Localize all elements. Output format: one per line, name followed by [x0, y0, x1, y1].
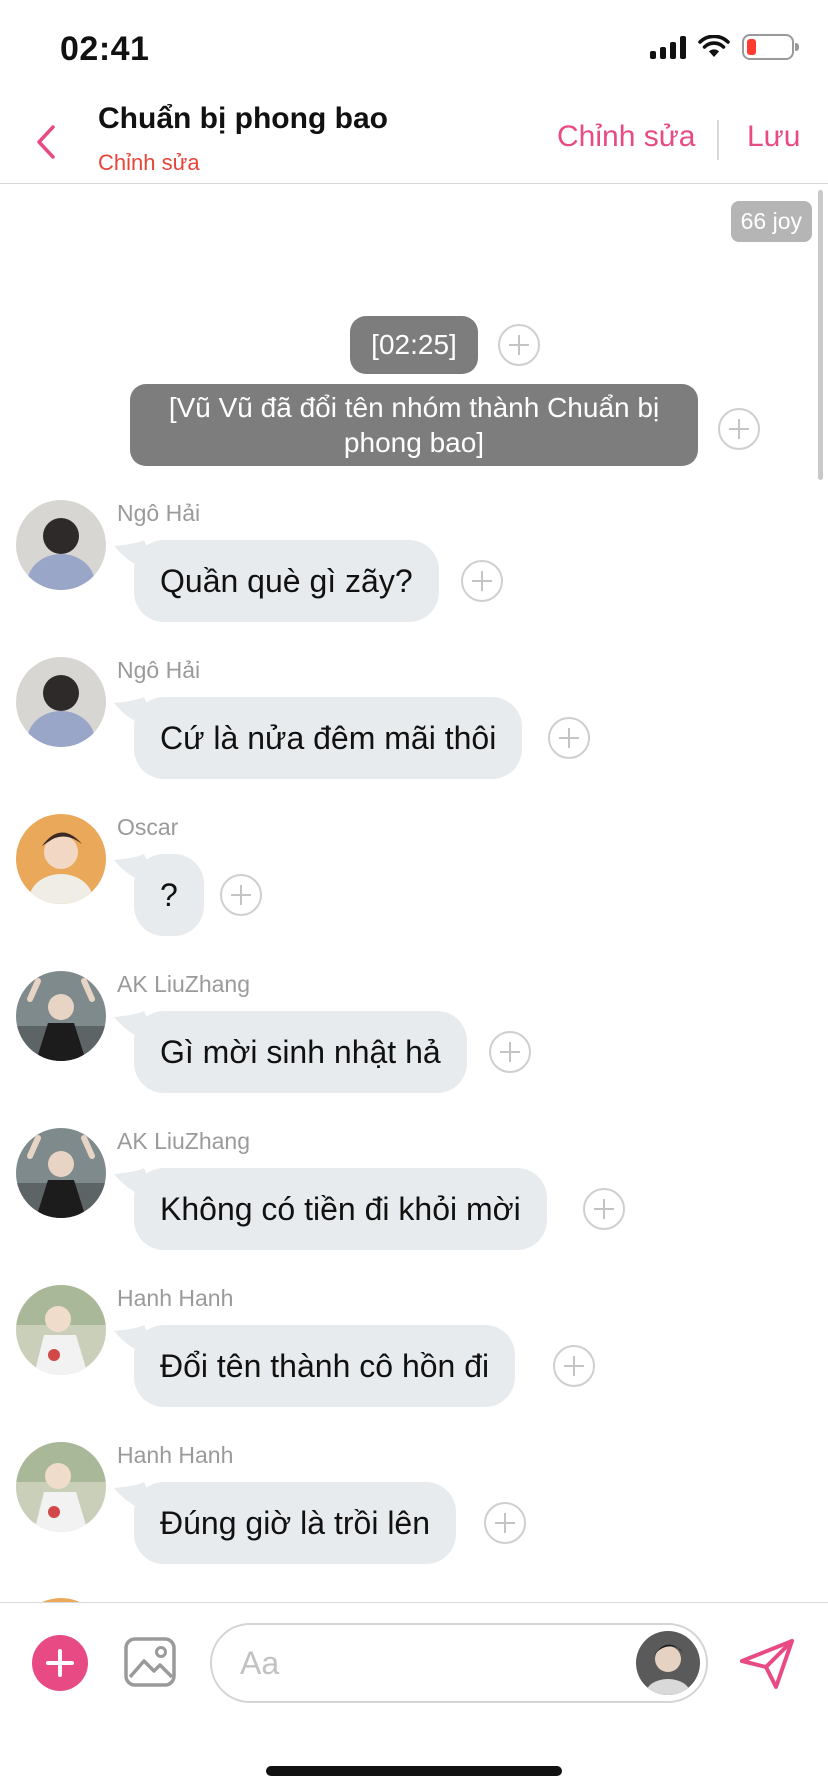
sender-name: Hanh Hanh	[117, 1285, 234, 1311]
message-row: AK LiuZhang Không có tiền đi khỏi mời	[0, 1128, 828, 1278]
message-bubble[interactable]: Đổi tên thành cô hồn đi	[134, 1325, 516, 1407]
composer-bar: Aa	[0, 1602, 828, 1792]
save-button[interactable]: Lưu	[747, 120, 800, 154]
chat-subtitle: Chỉnh sửa	[98, 150, 200, 175]
avatar[interactable]	[16, 657, 106, 747]
message-bubble[interactable]: ?	[134, 854, 204, 936]
system-message: [Vũ Vũ đã đổi tên nhóm thành Chuẩn bị ph…	[130, 384, 698, 466]
message-bubble[interactable]: Không có tiền đi khỏi mời	[134, 1168, 547, 1250]
message-row: Ngô Hải Quần què gì zãy?	[0, 500, 828, 650]
wifi-icon	[698, 35, 730, 57]
input-placeholder: Aa	[240, 1645, 280, 1681]
back-button[interactable]	[26, 118, 66, 166]
message-bubble[interactable]: Cứ là nửa đêm mãi thôi	[134, 697, 523, 779]
sender-name: Hanh Hanh	[117, 1442, 234, 1468]
status-bar: 02:41	[0, 0, 828, 100]
avatar[interactable]	[16, 1442, 106, 1532]
edit-button[interactable]: Chỉnh sửa	[557, 120, 696, 154]
message-input[interactable]: Aa	[210, 1623, 708, 1703]
chevron-left-icon	[37, 125, 55, 159]
battery-icon	[742, 34, 799, 60]
sender-name: Oscar	[117, 814, 179, 840]
header-divider	[717, 120, 719, 160]
message-row: Hanh Hanh Đúng giờ là trồi lên	[0, 1442, 828, 1592]
react-plus-icon[interactable]	[498, 324, 540, 366]
sender-name: AK LiuZhang	[117, 971, 250, 997]
react-plus-icon[interactable]	[583, 1188, 625, 1230]
message-bubble[interactable]: Quần què gì zãy?	[134, 540, 439, 622]
message-row: Oscar ?	[0, 814, 828, 964]
avatar[interactable]	[16, 1285, 106, 1375]
react-plus-icon[interactable]	[484, 1502, 526, 1544]
message-row: AK LiuZhang Gì mời sinh nhật hả	[0, 971, 828, 1121]
time-stamp: [02:25]	[350, 316, 478, 374]
signal-icon	[650, 35, 686, 59]
message-bubble[interactable]: Gì mời sinh nhật hả	[134, 1011, 467, 1093]
chat-title: Chuẩn bị phong bao	[98, 102, 388, 135]
message-row: Ngô Hải Cứ là nửa đêm mãi thôi	[0, 657, 828, 807]
chat-area[interactable]: 66 joy [02:25] [Vũ Vũ đã đổi tên nhóm th…	[0, 186, 828, 1602]
sender-name: AK LiuZhang	[117, 1128, 250, 1154]
avatar[interactable]	[16, 814, 106, 904]
react-plus-icon[interactable]	[718, 408, 760, 450]
avatar[interactable]	[16, 1128, 106, 1218]
sender-name: Ngô Hải	[117, 500, 201, 526]
react-plus-icon[interactable]	[461, 560, 503, 602]
react-plus-icon[interactable]	[489, 1031, 531, 1073]
avatar[interactable]	[636, 1631, 700, 1695]
avatar[interactable]	[16, 971, 106, 1061]
plus-circle-icon[interactable]	[32, 1635, 88, 1691]
joy-badge: 66 joy	[730, 201, 812, 242]
message-bubble[interactable]: Đúng giờ là trồi lên	[134, 1482, 457, 1564]
home-indicator	[266, 1766, 562, 1776]
sender-name: Ngô Hải	[117, 657, 201, 683]
status-time: 02:41	[60, 30, 150, 68]
status-icons	[650, 34, 799, 60]
message-row: Hanh Hanh Đổi tên thành cô hồn đi	[0, 1285, 828, 1435]
chat-header: Chuẩn bị phong bao Chỉnh sửa Chỉnh sửa L…	[0, 100, 828, 184]
image-icon[interactable]	[124, 1637, 176, 1687]
send-icon[interactable]	[738, 1637, 796, 1691]
scrollbar[interactable]	[818, 190, 823, 480]
react-plus-icon[interactable]	[548, 717, 590, 759]
react-plus-icon[interactable]	[220, 874, 262, 916]
react-plus-icon[interactable]	[553, 1345, 595, 1387]
avatar[interactable]	[16, 500, 106, 590]
